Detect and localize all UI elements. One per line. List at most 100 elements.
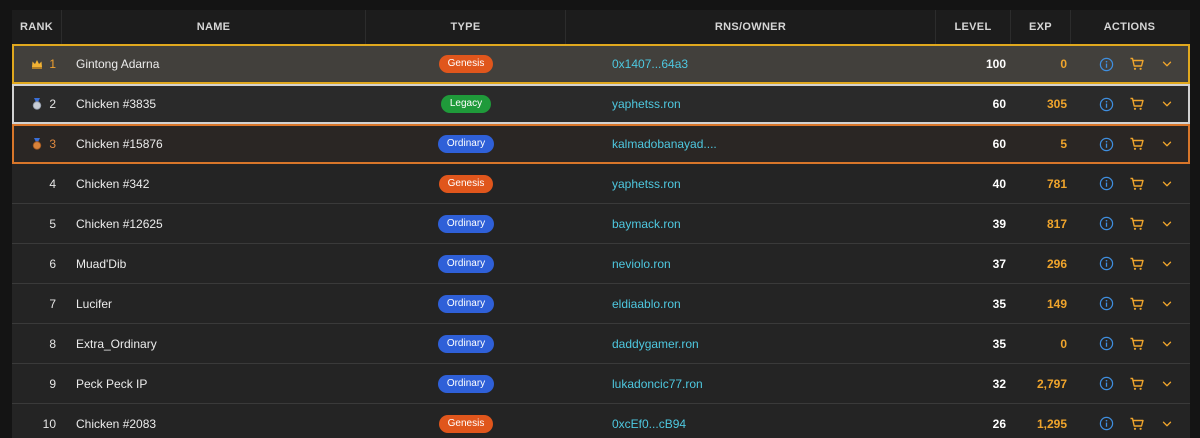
exp-value: 149 [1046, 296, 1067, 311]
exp-value: 1,295 [1036, 416, 1067, 431]
chevron-down-icon[interactable] [1159, 216, 1175, 232]
exp-value: 781 [1046, 176, 1067, 191]
table-row[interactable]: 1 Gintong Adarna Genesis 0x1407...64a3 1… [12, 44, 1190, 84]
owner-link[interactable]: yaphetss.ron [566, 97, 936, 111]
column-header-owner[interactable]: RNS/OWNER [566, 10, 936, 44]
level-value: 35 [992, 296, 1006, 311]
info-icon[interactable] [1099, 56, 1115, 72]
chevron-down-icon[interactable] [1159, 376, 1175, 392]
actions-cell [1071, 56, 1188, 72]
owner-link[interactable]: 0xcEf0...cB94 [566, 417, 936, 431]
actions-cell [1071, 216, 1188, 232]
owner-link[interactable]: eldiaablo.ron [566, 297, 936, 311]
actions-cell [1071, 376, 1188, 392]
owner-link[interactable]: baymack.ron [566, 217, 936, 231]
type-cell: Legacy [366, 95, 566, 113]
rank-number: 10 [42, 416, 56, 431]
cart-icon[interactable] [1129, 96, 1145, 112]
chevron-down-icon[interactable] [1159, 256, 1175, 272]
chevron-down-icon[interactable] [1159, 416, 1175, 432]
column-header-exp[interactable]: EXP [1011, 10, 1071, 44]
info-icon[interactable] [1099, 416, 1115, 432]
table-header: RANK NAME TYPE RNS/OWNER LEVEL EXP ACTIO… [12, 10, 1190, 44]
chevron-down-icon[interactable] [1159, 96, 1175, 112]
rank-cell: 3 [12, 137, 62, 151]
type-badge: Ordinary [437, 294, 495, 313]
chevron-down-icon[interactable] [1159, 136, 1175, 152]
chicken-name: Lucifer [76, 296, 113, 311]
type-badge: Genesis [438, 174, 494, 193]
rank-number: 3 [49, 137, 56, 151]
chicken-name: Chicken #15876 [76, 137, 163, 151]
cart-icon[interactable] [1129, 56, 1145, 72]
rank-cell: 9 [12, 377, 62, 391]
owner-link[interactable]: kalmadobanayad.... [566, 137, 936, 151]
cart-icon[interactable] [1129, 336, 1145, 352]
cart-icon[interactable] [1129, 376, 1145, 392]
chicken-name: Muad'Dib [76, 256, 127, 271]
owner-link[interactable]: lukadoncic77.ron [566, 377, 936, 391]
type-badge: Legacy [440, 95, 492, 113]
table-row[interactable]: 10 Chicken #2083 Genesis 0xcEf0...cB94 2… [12, 404, 1190, 438]
chicken-name: Chicken #342 [76, 176, 150, 191]
info-icon[interactable] [1099, 96, 1115, 112]
level-value: 100 [985, 57, 1006, 71]
type-badge: Ordinary [437, 374, 495, 393]
rank-cell: 2 [12, 97, 62, 111]
owner-link[interactable]: 0x1407...64a3 [566, 57, 936, 71]
info-icon[interactable] [1099, 216, 1115, 232]
cart-icon[interactable] [1129, 176, 1145, 192]
type-cell: Genesis [366, 414, 566, 433]
column-header-name[interactable]: NAME [62, 10, 366, 44]
cart-icon[interactable] [1129, 296, 1145, 312]
level-value: 60 [992, 137, 1006, 151]
table-row[interactable]: 6 Muad'Dib Ordinary neviolo.ron 37 296 [12, 244, 1190, 284]
column-header-level[interactable]: LEVEL [936, 10, 1011, 44]
chicken-name: Chicken #12625 [76, 216, 163, 231]
type-cell: Ordinary [366, 294, 566, 313]
cart-icon[interactable] [1129, 256, 1145, 272]
table-row[interactable]: 3 Chicken #15876 Ordinary kalmadobanayad… [12, 124, 1190, 164]
info-icon[interactable] [1099, 176, 1115, 192]
chevron-down-icon[interactable] [1159, 176, 1175, 192]
actions-cell [1071, 416, 1188, 432]
column-header-rank[interactable]: RANK [12, 10, 62, 44]
table-row[interactable]: 5 Chicken #12625 Ordinary baymack.ron 39… [12, 204, 1190, 244]
rank-cell: 10 [12, 417, 62, 431]
exp-value: 817 [1046, 216, 1067, 231]
cart-icon[interactable] [1129, 136, 1145, 152]
type-cell: Ordinary [366, 135, 566, 153]
actions-cell [1071, 136, 1188, 152]
info-icon[interactable] [1099, 136, 1115, 152]
actions-cell [1071, 296, 1188, 312]
chicken-name: Peck Peck IP [76, 376, 148, 391]
table-row[interactable]: 8 Extra_Ordinary Ordinary daddygamer.ron… [12, 324, 1190, 364]
type-cell: Ordinary [366, 254, 566, 273]
level-value: 39 [992, 216, 1006, 231]
column-header-type[interactable]: TYPE [366, 10, 566, 44]
exp-value: 305 [1046, 97, 1067, 111]
chevron-down-icon[interactable] [1159, 296, 1175, 312]
table-row[interactable]: 2 Chicken #3835 Legacy yaphetss.ron 60 3… [12, 84, 1190, 124]
owner-link[interactable]: neviolo.ron [566, 257, 936, 271]
cart-icon[interactable] [1129, 416, 1145, 432]
info-icon[interactable] [1099, 256, 1115, 272]
actions-cell [1071, 96, 1188, 112]
table-row[interactable]: 4 Chicken #342 Genesis yaphetss.ron 40 7… [12, 164, 1190, 204]
chevron-down-icon[interactable] [1159, 336, 1175, 352]
table-row[interactable]: 7 Lucifer Ordinary eldiaablo.ron 35 149 [12, 284, 1190, 324]
level-value: 32 [992, 376, 1006, 391]
bronze-medal-icon [31, 138, 43, 150]
cart-icon[interactable] [1129, 216, 1145, 232]
table-row[interactable]: 9 Peck Peck IP Ordinary lukadoncic77.ron… [12, 364, 1190, 404]
owner-link[interactable]: daddygamer.ron [566, 337, 936, 351]
info-icon[interactable] [1099, 296, 1115, 312]
info-icon[interactable] [1099, 336, 1115, 352]
rank-number: 9 [49, 376, 56, 391]
exp-value: 2,797 [1036, 376, 1067, 391]
owner-link[interactable]: yaphetss.ron [566, 177, 936, 191]
chevron-down-icon[interactable] [1159, 56, 1175, 72]
exp-value: 5 [1060, 137, 1067, 151]
info-icon[interactable] [1099, 376, 1115, 392]
type-badge: Genesis [438, 55, 494, 73]
